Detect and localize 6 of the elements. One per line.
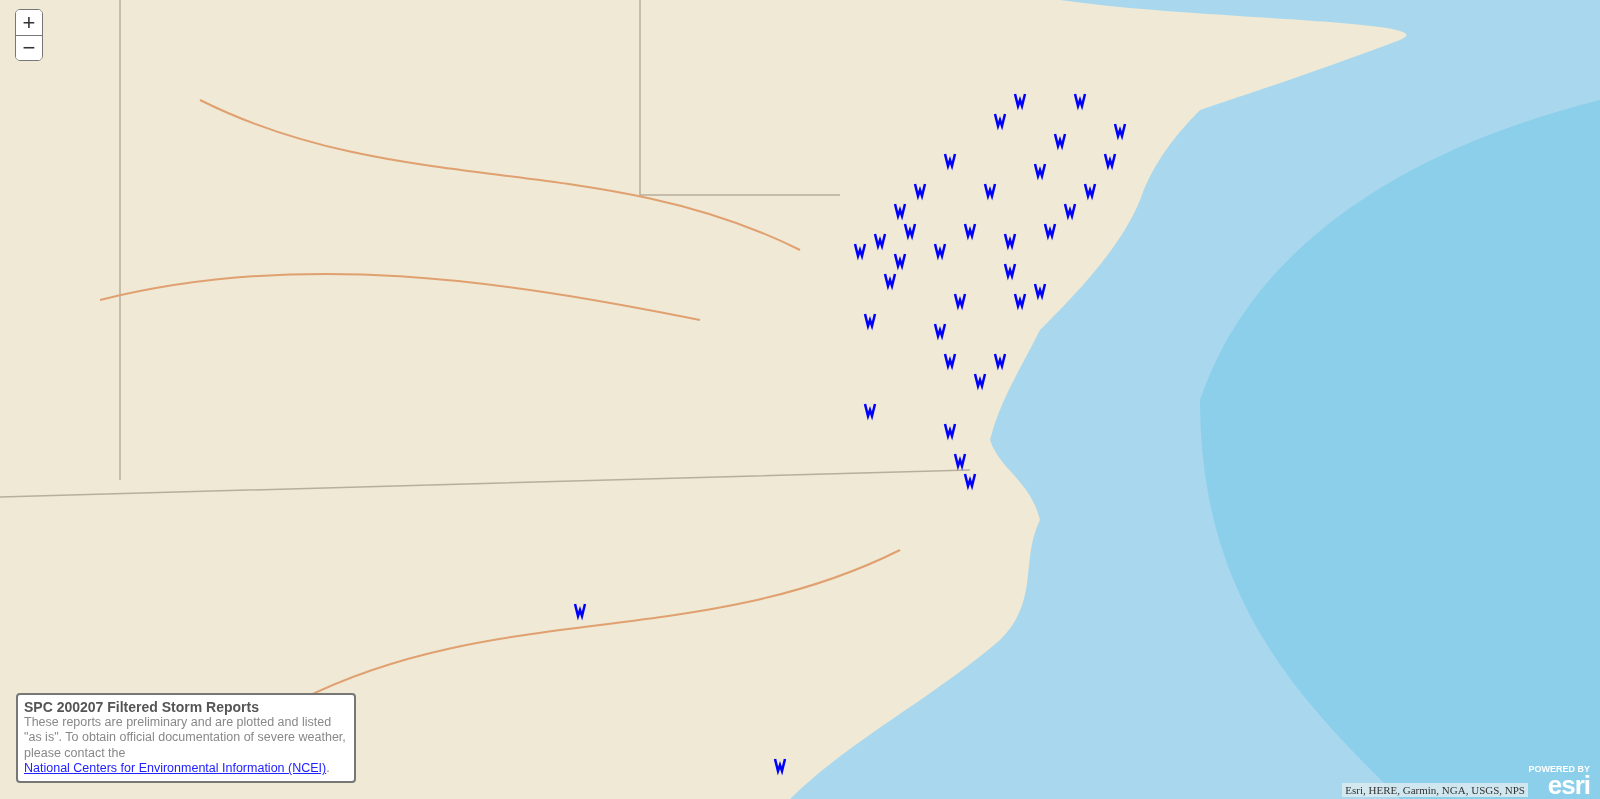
map-drawing[interactable]	[0, 0, 1600, 799]
logo-tagline: POWERED BY	[1528, 764, 1590, 774]
legend-text: These reports are preliminary and are plotted and listed "as is". To obtain official documentation of severe weather, please contact the National Centers for Environmental Information (NCEI).	[24, 714, 347, 777]
zoom-out-button[interactable]: −	[16, 35, 42, 60]
legend-title: SPC 200207 Filtered Storm Reports	[24, 698, 260, 715]
attribution-text: Esri, HERE, Garmin, NGA, USGS, NPS	[1342, 783, 1528, 797]
